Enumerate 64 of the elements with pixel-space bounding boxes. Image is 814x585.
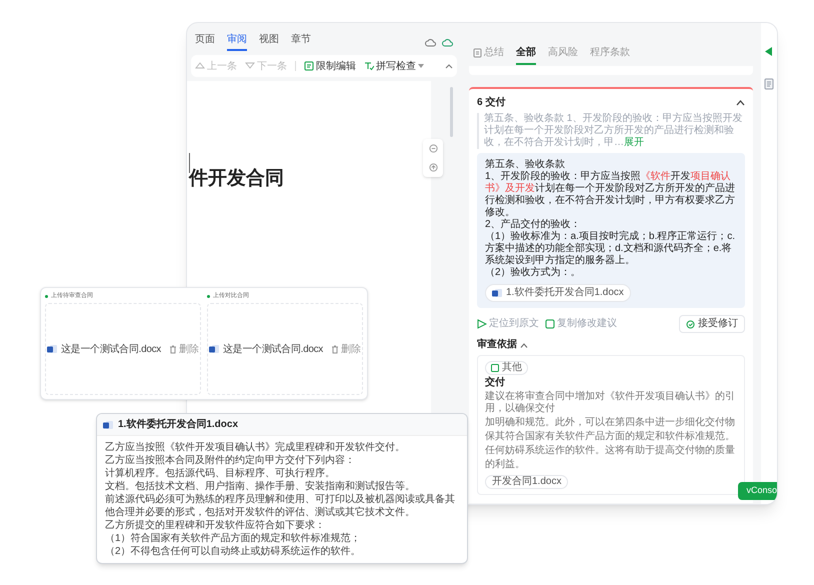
trash-icon (169, 344, 177, 354)
cloud-icon[interactable] (442, 38, 453, 47)
preview-text: （1）符合国家有关软件产品方面的规定和软件标准规范； (105, 532, 362, 545)
suggestion-paragraph: 1、开发阶段的验收：甲方应当按照《软件开发项目确认书》及开发计划在每一个开发阶段对乙方所开发的产品进行检测和验收，在不符合开发计划时，甲方有权要求乙方修改。 (485, 171, 736, 218)
upload-area[interactable]: 这是一个测试合同.docx 删除 (207, 303, 363, 395)
section-toggle[interactable]: 审查依据 (477, 339, 528, 351)
preview-text: 乙方所提交的里程碑和开发软件应符合如下要求： (105, 519, 326, 532)
word-file-icon (492, 288, 502, 298)
tab[interactable]: 审阅 (227, 32, 247, 51)
scrollbar (450, 87, 453, 137)
basis-text: 的利益。 (485, 459, 526, 471)
preview-text: （2）不得包含任何可以自动终止或妨碍系统运作的软件。 (105, 545, 362, 558)
basis-text: 加明确和规范。此外，可以在第四条中进一步细化交付物 (485, 417, 736, 429)
trash-icon (331, 344, 339, 354)
preview-text: 乙方应当按照《软件开发项目确认书》完成里程碑和开发软件交付。 (105, 441, 406, 454)
preview-text: 文档。包括技术文档、用户指南、操作手册、安装指南和测试报告等。 (105, 480, 416, 493)
document-title: 件开发合同 (188, 167, 284, 191)
toolbar-button[interactable]: 拼写检查 (364, 58, 424, 74)
play-icon[interactable] (765, 47, 773, 56)
text-cursor (189, 153, 190, 173)
file-title: 1.软件委托开发合同1.docx (118, 417, 238, 432)
word-file-icon (46, 344, 57, 354)
preview-text: 前述源代码必须可为熟练的程序员理解和使用、可打印以及被机器阅读或具备其他合理并必要的形式，包括对开发软件的评估、测试或其它技术文件。 (105, 493, 456, 519)
upload-area[interactable]: 这是一个测试合同.docx 删除 (45, 303, 201, 395)
suggestion-paragraph: 第五条、验收条款 (485, 159, 566, 171)
toolbar-button[interactable]: 限制编辑 (304, 58, 356, 74)
chevron-up-icon[interactable] (445, 64, 453, 68)
summary-icon (473, 48, 482, 58)
word-file-icon (103, 420, 113, 430)
triangle-icon (477, 319, 487, 329)
chevron-up-icon[interactable] (736, 100, 745, 106)
tab[interactable]: 页面 (195, 32, 215, 51)
upload-icon[interactable] (428, 163, 438, 172)
preview-text: 乙方应当按照本合同及附件的约定向甲方交付下列内容： (105, 454, 356, 467)
suggestion-paragraph: （2）验收方式为：。 (485, 267, 582, 279)
spell-check-icon (364, 61, 374, 71)
suggestion-paragraph: 2、产品交付的验收： (485, 219, 582, 230)
dot-icon (45, 295, 48, 298)
tag-icon (491, 364, 499, 372)
preview-text: 计算机程序。包括源代码、目标程序、可执行程序。 (105, 467, 336, 480)
file-chip[interactable]: 1.软件委托开发合同1.docx (485, 284, 631, 302)
suggestion-paragraph: （1）验收标准为：a.项目按时完成；b.程序正常运行；c.方案中描述的功能全部实现；d.文档和源代码齐全；e.将系统架设到甲方指定的服务器上。 (485, 231, 736, 266)
basis-text: 任何妨碍系统运作的软件。这将有助于提高交付物的质量 (485, 445, 736, 457)
basis-text: 建议在将审查合同中增加对《软件开发项目确认书》的引用，以确保交付 (485, 391, 736, 415)
tab[interactable]: 章节 (291, 32, 311, 51)
accept-icon (686, 320, 695, 328)
triangle-up-icon (195, 61, 205, 71)
file-name: 这是一个测试合同.docx (60, 342, 161, 356)
file-chip[interactable]: 开发合同1.docx (485, 475, 568, 489)
document-icon[interactable] (764, 78, 774, 90)
basis-heading: 交付 (485, 377, 506, 389)
copy-icon (545, 319, 555, 329)
accept-button[interactable]: 接受修订 (679, 315, 745, 333)
tab[interactable]: 视图 (259, 32, 279, 51)
file-name: 这是一个测试合同.docx (222, 342, 323, 356)
word-file-icon (208, 344, 219, 354)
triangle-down-icon (245, 61, 255, 71)
clause-title: 6 交付 (477, 97, 506, 109)
dot-icon (207, 295, 210, 298)
tag: 其他 (485, 361, 528, 375)
caret-down-icon (418, 64, 424, 68)
cloud-icon[interactable] (425, 38, 436, 47)
clause-excerpt: 第五条、验收条款 1、开发阶段的验收：甲方应当按照开发计划在每一个开发阶段对乙方所开发的产品进行检测和验收，在不符合开发计划时，甲…展开 (477, 113, 745, 149)
basis-text: 保其符合国家有关软件产品方面的规定和软件标准规范。 (485, 431, 736, 443)
